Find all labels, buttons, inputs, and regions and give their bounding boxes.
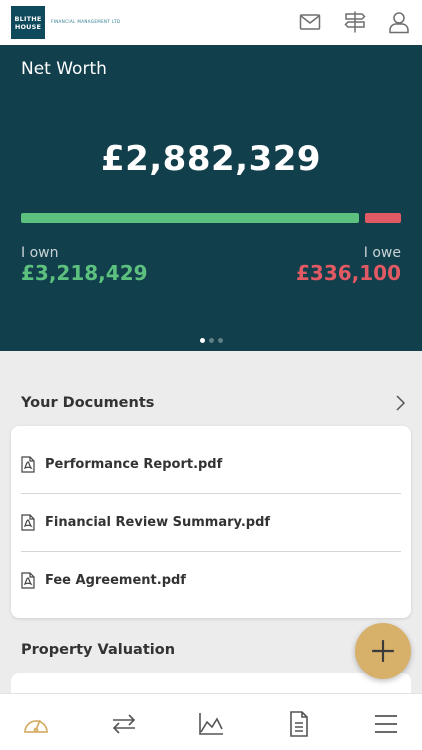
owe-value: £336,100 <box>295 261 401 285</box>
pdf-icon <box>21 455 35 473</box>
bottom-navigation <box>0 693 422 750</box>
property-section-title: Property Valuation <box>21 642 176 658</box>
document-name: Fee Agreement.pdf <box>45 572 186 588</box>
document-icon[interactable] <box>285 710 313 738</box>
carousel-dots[interactable] <box>0 338 422 343</box>
documents-card: Performance Report.pdf Financial Review … <box>11 426 411 618</box>
own-value: £3,218,429 <box>21 261 148 285</box>
add-button[interactable] <box>355 623 411 679</box>
carousel-dot[interactable] <box>199 338 205 343</box>
brand-logo[interactable]: BLITHE HOUSE <box>11 6 45 39</box>
plus-icon <box>372 640 394 662</box>
signpost-icon[interactable] <box>343 10 367 34</box>
mail-icon[interactable] <box>298 10 322 34</box>
pdf-icon <box>21 571 35 589</box>
carousel-dot[interactable] <box>217 338 223 343</box>
document-name: Financial Review Summary.pdf <box>45 514 271 530</box>
carousel-dot[interactable] <box>208 338 214 343</box>
net-worth-card[interactable]: Net Worth £2,882,329 I own £3,218,429 I … <box>0 45 422 351</box>
document-row[interactable]: Financial Review Summary.pdf <box>21 493 401 551</box>
owe-bar-segment <box>365 213 401 223</box>
app-header: BLITHE HOUSE FINANCIAL MANAGEMENT LTD <box>0 0 422 45</box>
pdf-icon <box>21 513 35 531</box>
own-owe-bar <box>21 213 401 223</box>
document-row[interactable]: Fee Agreement.pdf <box>21 551 401 609</box>
own-bar-segment <box>21 213 359 223</box>
logo-subtitle: FINANCIAL MANAGEMENT LTD <box>51 19 121 24</box>
document-name: Performance Report.pdf <box>45 456 223 472</box>
own-label: I own <box>21 245 59 261</box>
chart-icon[interactable] <box>197 710 225 738</box>
menu-icon[interactable] <box>372 710 400 738</box>
document-row[interactable]: Performance Report.pdf <box>21 435 401 493</box>
logo-line-1: BLITHE <box>14 14 42 23</box>
transfer-arrows-icon[interactable] <box>110 710 138 738</box>
net-worth-title: Net Worth <box>21 59 107 79</box>
user-icon[interactable] <box>387 10 411 34</box>
net-worth-total: £2,882,329 <box>100 139 322 179</box>
documents-section-title: Your Documents <box>21 395 155 411</box>
owe-label: I owe <box>363 245 401 261</box>
logo-line-2: HOUSE <box>14 22 42 31</box>
app-root: BLITHE HOUSE FINANCIAL MANAGEMENT LTD Ne… <box>0 0 422 750</box>
chevron-right-icon[interactable] <box>392 394 408 412</box>
dashboard-gauge-icon[interactable] <box>22 710 50 738</box>
